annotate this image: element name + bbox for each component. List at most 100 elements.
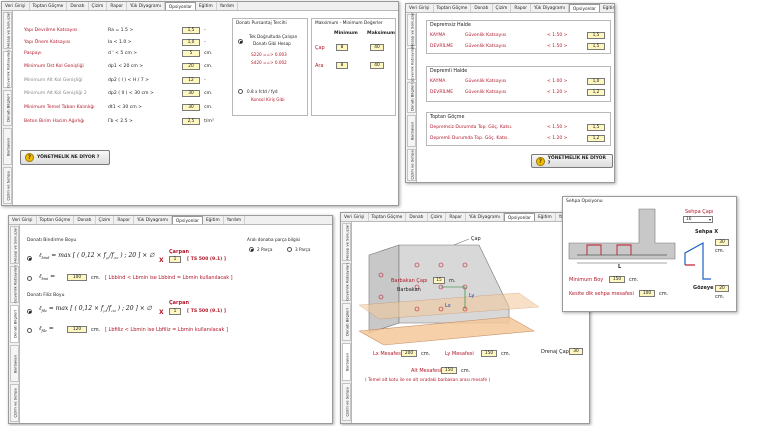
tab-2[interactable]: Donatı — [406, 213, 428, 221]
tab-4[interactable]: Rapor — [446, 213, 466, 221]
tab-3[interactable]: Çizim — [96, 216, 115, 224]
ara-min-input[interactable]: 8 — [336, 62, 348, 69]
radio-tek-dogrultu[interactable] — [238, 39, 243, 44]
vtab-0[interactable]: Hesap ve Sonuçlar — [3, 12, 12, 49]
row-input[interactable]: 1,5 — [182, 27, 200, 34]
row-input[interactable]: 12 — [182, 77, 200, 84]
vtab-1[interactable]: Güvenlik Katsayıları — [3, 50, 12, 88]
tab-7[interactable]: Eğitim — [203, 216, 224, 224]
factor-input[interactable]: 1,0 — [587, 78, 605, 85]
radio-konsol-kiris[interactable] — [238, 89, 243, 94]
kesite-label: Kesite dik sehpa mesafesi — [569, 291, 634, 297]
vtab-0[interactable]: Hesap ve Sonuçlar — [342, 223, 351, 261]
tab-5[interactable]: Yük Diyagramı — [466, 213, 504, 221]
carpan-input-2[interactable]: 1 — [169, 308, 181, 315]
tab-0[interactable]: Veri Girişi — [9, 216, 37, 224]
vtab-3[interactable]: Barbakan — [407, 115, 416, 148]
row-input[interactable]: 5 — [182, 50, 200, 57]
min-boy-input[interactable]: 150 — [609, 276, 625, 283]
factor-input[interactable]: 1,2 — [587, 135, 605, 142]
factor-input[interactable]: 1,2 — [587, 89, 605, 96]
tab-7[interactable]: Eğitim — [535, 213, 556, 221]
vtab-4[interactable]: Çizim ve Sehpa — [407, 149, 416, 181]
tab-1[interactable]: Toptan Göçme — [434, 4, 472, 12]
alt-mesafe-input[interactable]: 150 — [441, 367, 457, 374]
sehpa-x-input[interactable]: 30 — [715, 239, 729, 246]
factor-input[interactable]: 1,5 — [587, 43, 605, 50]
vtab-3[interactable]: Barbakan — [10, 344, 19, 383]
tab-7[interactable]: Eğitim — [196, 2, 217, 10]
tab-6[interactable]: Opsiyonlar — [568, 4, 600, 12]
lx-mesafe-input[interactable]: 200 — [401, 350, 417, 357]
factor-input[interactable]: 1,5 — [587, 124, 605, 131]
tab-8[interactable]: Yardım — [224, 216, 246, 224]
tab-2[interactable]: Donatı — [471, 4, 493, 12]
vtab-2[interactable]: Donatı Bilgileri — [407, 81, 416, 114]
tab-1[interactable]: Toptan Göçme — [30, 2, 68, 10]
bindirme-min-input[interactable]: 100 — [67, 274, 87, 281]
radio-bindirme-formula[interactable] — [27, 256, 32, 261]
regulation-button[interactable]: ? YÖNETMELİK NE DİYOR ? — [531, 154, 613, 168]
tab-4[interactable]: Rapor — [107, 2, 127, 10]
radio-filiz-formula[interactable] — [27, 309, 32, 314]
ara-max-input[interactable]: 40 — [370, 62, 384, 69]
radio-bindirme-min[interactable] — [27, 276, 32, 281]
row-input[interactable]: 2,5 — [182, 118, 200, 125]
tab-0[interactable]: Veri Girişi — [2, 2, 30, 10]
factor-input[interactable]: 1,5 — [587, 32, 605, 39]
vtab-0[interactable]: Hesap ve Sonuçlar — [407, 12, 416, 48]
times-icon: X — [159, 309, 164, 316]
tab-2[interactable]: Donatı — [74, 216, 96, 224]
vtab-4[interactable]: Çizim ve Sehpa — [3, 167, 12, 204]
cap-max-input[interactable]: 40 — [370, 44, 384, 51]
radio-2-parca[interactable] — [249, 247, 254, 252]
row-input[interactable]: 1,0 — [182, 39, 200, 46]
drenaj-input[interactable]: 30 — [569, 348, 583, 355]
radio-3-parca[interactable] — [287, 247, 292, 252]
vtab-1[interactable]: Güvenlik Katsayıları — [342, 263, 351, 301]
row-expression: dp2 ( II ) < 30 cm > — [108, 91, 154, 96]
vtab-4[interactable]: Çizim ve Sehpa — [10, 384, 19, 422]
tab-3[interactable]: Çizim — [428, 213, 447, 221]
ly-mesafe-input[interactable]: 150 — [481, 350, 497, 357]
vtab-1[interactable]: Güvenlik Katsayıları — [407, 45, 416, 83]
tab-6[interactable]: Opsiyonlar — [503, 213, 535, 221]
tab-8[interactable]: Yardım — [217, 2, 239, 10]
tab-0[interactable]: Veri Girişi — [406, 4, 434, 12]
vtab-3[interactable]: Barbakan — [3, 128, 12, 166]
tab-bar: Veri Girişi Toptan Göçme Donatı Çizim Rapor Y… — [406, 4, 614, 13]
vtab-2[interactable]: Donatı Bilgileri — [342, 303, 351, 341]
tab-3[interactable]: Çizim — [89, 2, 108, 10]
tab-6[interactable]: Opsiyonlar — [171, 216, 203, 224]
tab-6[interactable]: Opsiyonlar — [164, 2, 196, 10]
barbakan-cap-input[interactable]: 15 — [433, 277, 445, 284]
tab-7[interactable]: Eğitim — [600, 4, 614, 12]
tab-4[interactable]: Rapor — [114, 216, 134, 224]
regulation-button[interactable]: ? YÖNETMELİK NE DİYOR ? — [20, 150, 110, 165]
vtab-2[interactable]: Donatı Bilgileri — [3, 89, 12, 127]
vtab-2[interactable]: Donatı Bilgileri — [10, 305, 19, 343]
tab-1[interactable]: Toptan Göçme — [37, 216, 75, 224]
tab-0[interactable]: Veri Girişi — [341, 213, 369, 221]
radio-filiz-min[interactable] — [27, 328, 32, 333]
tab-5[interactable]: Yük Diyagramı — [531, 4, 569, 12]
vtab-1[interactable]: Güvenlik Katsayıları — [10, 266, 19, 303]
vtab-4[interactable]: Çizim ve Sehpa — [342, 383, 351, 421]
tab-2[interactable]: Donatı — [67, 2, 89, 10]
vtab-0[interactable]: Hesap ve Sonuçlar — [10, 226, 19, 264]
tab-5[interactable]: Yük Diyagramı — [134, 216, 172, 224]
sehpa-cap-select[interactable]: 16 — [683, 216, 713, 223]
vtab-3[interactable]: Barbakan — [342, 343, 351, 381]
cap-min-input[interactable]: 8 — [336, 44, 348, 51]
kesite-input[interactable]: 100 — [639, 290, 655, 297]
row-input[interactable]: 20 — [182, 63, 200, 70]
carpan-input-1[interactable]: 1 — [169, 256, 181, 263]
tab-3[interactable]: Çizim — [493, 4, 512, 12]
tab-5[interactable]: Yük Diyagramı — [127, 2, 165, 10]
filiz-min-input[interactable]: 120 — [67, 326, 87, 333]
tab-1[interactable]: Toptan Göçme — [369, 213, 407, 221]
row-input[interactable]: 30 — [182, 90, 200, 97]
gozeye-input[interactable]: 20 — [715, 285, 729, 292]
tab-4[interactable]: Rapor — [511, 4, 531, 12]
row-input[interactable]: 30 — [182, 104, 200, 111]
